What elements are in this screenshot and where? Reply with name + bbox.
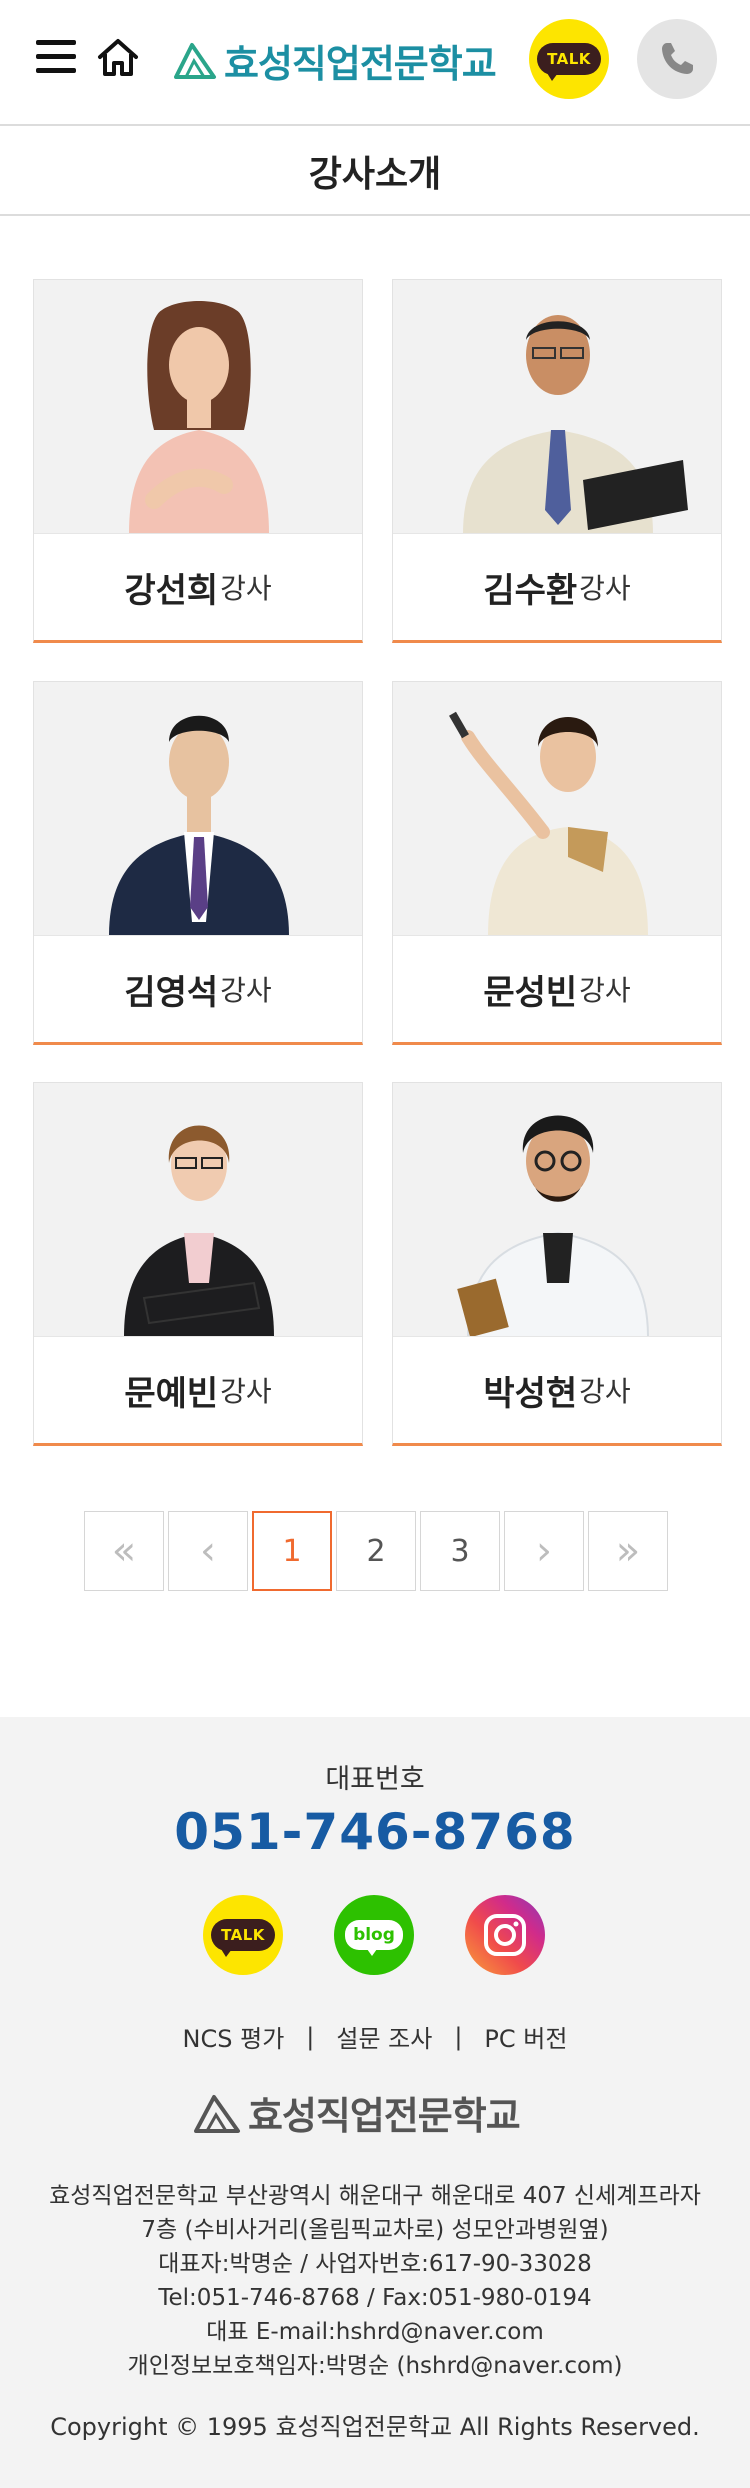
prev-page-button[interactable]: ‹	[168, 1511, 248, 1591]
instructor-role: 강사	[579, 1375, 631, 1408]
blog-icon: blog	[345, 1920, 403, 1956]
instructor-label: 김영석 강사	[34, 936, 362, 1042]
instructor-photo	[34, 280, 362, 534]
first-page-button[interactable]: «	[84, 1511, 164, 1591]
call-button[interactable]	[637, 19, 717, 99]
footer-logo-mark-icon	[194, 2094, 240, 2133]
instructor-name: 박성현	[483, 1373, 578, 1414]
page-1-button[interactable]: 1	[252, 1511, 332, 1591]
instructor-label: 김수환 강사	[393, 534, 721, 640]
instagram-link[interactable]	[465, 1895, 545, 1975]
instructor-photo	[393, 1083, 721, 1337]
instructor-name: 문성빈	[483, 972, 578, 1013]
instructor-role: 강사	[220, 1375, 272, 1408]
home-icon[interactable]	[96, 36, 140, 80]
footer-links: NCS 평가 | 설문 조사 | PC 버전	[0, 2019, 750, 2054]
instructor-role: 강사	[220, 974, 272, 1007]
kakao-talk-link[interactable]: TALK	[203, 1895, 283, 1975]
page-title-bar: 강사소개	[0, 128, 750, 216]
info-address-line-1: 효성직업전문학교 부산광역시 해운대구 해운대로 407 신세계프라자	[49, 2183, 701, 2209]
survey-link[interactable]: 설문 조사	[336, 2019, 432, 2054]
instructor-label: 문예빈 강사	[34, 1337, 362, 1443]
instructor-label: 박성현 강사	[393, 1337, 721, 1443]
link-divider: |	[454, 2022, 463, 2051]
instructor-card[interactable]: 김영석 강사	[33, 681, 363, 1045]
instructor-name: 김수환	[483, 570, 578, 611]
phone-icon	[662, 43, 693, 74]
instructor-photo	[34, 1083, 362, 1337]
page-3-button[interactable]: 3	[420, 1511, 500, 1591]
info-email: 대표 E-mail:hshrd@naver.com	[206, 2319, 544, 2345]
logo-mark-icon	[174, 43, 216, 79]
site-logo[interactable]: 효성직업전문학교	[172, 32, 497, 88]
footer-logo-text: 효성직업전문학교	[248, 2094, 521, 2138]
kakao-talk-icon: TALK	[211, 1919, 275, 1957]
info-privacy-officer: 개인정보보호책임자:박명순 (hshrd@naver.com)	[127, 2353, 623, 2379]
page-2-button[interactable]: 2	[336, 1511, 416, 1591]
instructor-card[interactable]: 문예빈 강사	[33, 1082, 363, 1446]
instructor-photo	[393, 280, 721, 534]
sns-links: TALK blog	[203, 1895, 596, 1975]
instructor-label: 문성빈 강사	[393, 936, 721, 1042]
kakao-talk-button[interactable]: TALK	[529, 19, 609, 99]
instructor-card[interactable]: 박성현 강사	[392, 1082, 722, 1446]
next-page-button[interactable]: ›	[504, 1511, 584, 1591]
site-header: 효성직업전문학교 TALK	[0, 0, 750, 126]
company-info: 효성직업전문학교 부산광역시 해운대구 해운대로 407 신세계프라자 7층 (…	[0, 2179, 750, 2383]
instructor-name: 문예빈	[124, 1373, 219, 1414]
instructor-card[interactable]: 문성빈 강사	[392, 681, 722, 1045]
instructor-card[interactable]: 김수환 강사	[392, 279, 722, 643]
instructor-name: 강선희	[124, 570, 219, 611]
instructor-role: 강사	[220, 572, 272, 605]
instructor-card[interactable]: 강선희 강사	[33, 279, 363, 643]
instructor-photo	[34, 682, 362, 936]
info-tel-fax: Tel:051-746-8768 / Fax:051-980-0194	[158, 2285, 592, 2311]
footer-logo: 효성직업전문학교	[192, 2085, 521, 2140]
copyright: Copyright © 1995 효성직업전문학교 All Rights Res…	[50, 2413, 700, 2441]
last-page-button[interactable]: »	[588, 1511, 668, 1591]
site-footer: 대표번호 051-746-8768 TALK blog NCS 평가 | 설문 …	[0, 1717, 750, 2488]
instructor-label: 강선희 강사	[34, 534, 362, 640]
instagram-icon	[484, 1914, 526, 1956]
instructor-name: 김영석	[124, 972, 219, 1013]
kakao-talk-icon: TALK	[537, 43, 601, 81]
instructor-photo	[393, 682, 721, 936]
ncs-evaluation-link[interactable]: NCS 평가	[183, 2019, 285, 2054]
hamburger-menu-icon[interactable]	[36, 40, 76, 76]
pagination: « ‹ 1 2 3 › »	[84, 1511, 672, 1591]
instructor-role: 강사	[579, 974, 631, 1007]
blog-link[interactable]: blog	[334, 1895, 414, 1975]
link-divider: |	[306, 2022, 315, 2051]
pc-version-link[interactable]: PC 버전	[484, 2019, 567, 2054]
page-title: 강사소개	[308, 154, 442, 195]
phone-number[interactable]: 051-746-8768	[0, 1803, 750, 1861]
info-address-line-2: 7층 (수비사거리(올림픽교차로) 성모안과병원옆)	[141, 2217, 609, 2243]
info-representative: 대표자:박명순 / 사업자번호:617-90-33028	[158, 2251, 592, 2277]
logo-text: 효성직업전문학교	[224, 41, 497, 86]
phone-label: 대표번호	[325, 1764, 425, 1795]
instructor-role: 강사	[579, 572, 631, 605]
